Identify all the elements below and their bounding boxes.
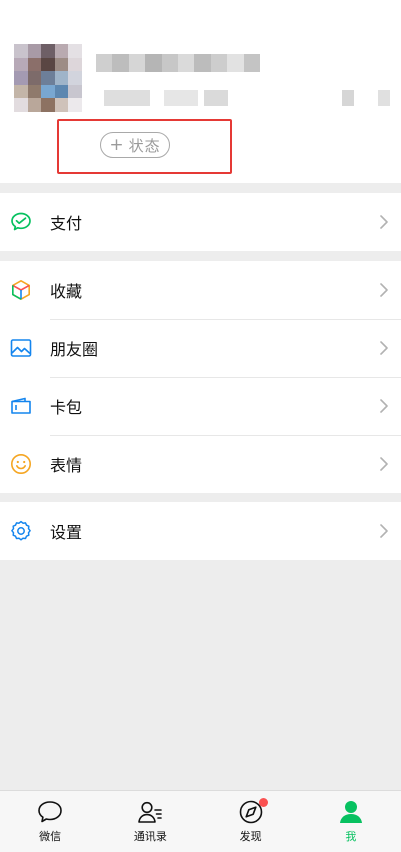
menu-item-moments[interactable]: 朋友圈 <box>0 319 401 377</box>
chevron-right-icon <box>380 524 388 538</box>
menu-item-cards[interactable]: 卡包 <box>0 377 401 435</box>
status-label: 状态 <box>128 136 161 155</box>
chevron-right-icon <box>380 283 388 297</box>
menu-item-settings[interactable]: 设置 <box>0 502 401 560</box>
chevron-right-icon <box>380 399 388 413</box>
avatar[interactable] <box>14 44 82 112</box>
menu-item-pay[interactable]: 支付 <box>0 193 401 251</box>
menu-item-stickers[interactable]: 表情 <box>0 435 401 493</box>
notification-dot <box>258 798 268 807</box>
menu-label-settings: 设置 <box>50 523 83 542</box>
menu-label-stickers: 表情 <box>50 456 83 475</box>
menu-label-favorites: 收藏 <box>50 282 83 301</box>
bottom-tab-bar: 微信 通讯录 发现 我 <box>0 790 401 852</box>
tab-discover[interactable]: 发现 <box>201 791 301 852</box>
pay-section: 支付 <box>0 193 401 251</box>
plus-icon: + <box>109 135 125 155</box>
wallet-icon <box>9 394 33 418</box>
tab-label-chats: 微信 <box>39 830 62 843</box>
cube-icon <box>9 278 33 302</box>
tab-label-contacts: 通讯录 <box>133 830 167 843</box>
add-status-button[interactable]: + 状态 <box>100 132 170 158</box>
tab-contacts[interactable]: 通讯录 <box>100 791 200 852</box>
wechat-pay-icon <box>9 210 33 234</box>
menu-label-pay: 支付 <box>50 214 83 233</box>
tab-me[interactable]: 我 <box>301 791 401 852</box>
menu-item-favorites[interactable]: 收藏 <box>0 261 401 319</box>
person-icon <box>339 801 362 823</box>
menu-label-cards: 卡包 <box>50 398 83 417</box>
chevron-right-icon <box>380 457 388 471</box>
contacts-icon <box>138 801 163 823</box>
main-section: 收藏 朋友圈 卡包 表情 <box>0 261 401 493</box>
chevron-right-icon <box>380 215 388 229</box>
blurred-nickname <box>96 54 261 72</box>
tab-label-me: 我 <box>345 830 357 843</box>
tab-label-discover: 发现 <box>239 830 262 843</box>
image-icon <box>9 336 33 360</box>
chevron-right-icon <box>380 341 388 355</box>
tab-chats[interactable]: 微信 <box>0 791 100 852</box>
menu-label-moments: 朋友圈 <box>50 340 99 359</box>
settings-section: 设置 <box>0 502 401 560</box>
blurred-wechat-id <box>96 90 396 106</box>
gear-icon <box>9 519 33 543</box>
smile-icon <box>9 452 33 476</box>
profile-header[interactable]: + 状态 <box>0 0 401 183</box>
chat-bubble-icon <box>38 801 62 823</box>
